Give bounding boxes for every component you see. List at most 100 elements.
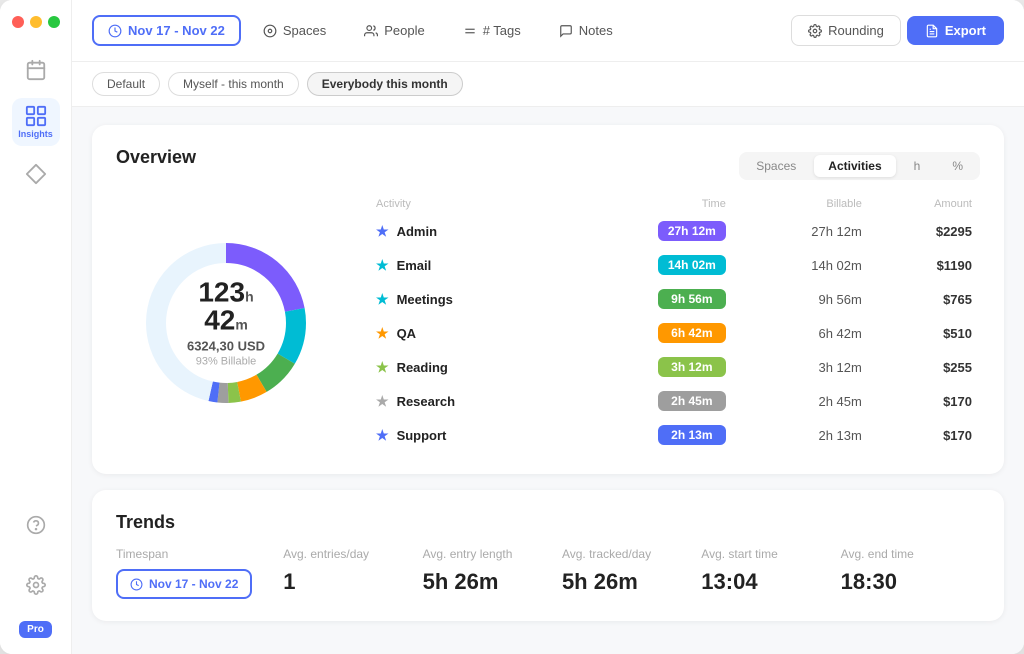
people-tab[interactable]: People (348, 17, 440, 44)
overview-title: Overview (116, 147, 196, 168)
close-dot[interactable] (12, 16, 24, 28)
billable-cell: 2h 13m (734, 418, 870, 452)
activity-name-cell: ★ Email (376, 257, 554, 274)
filter-everybody-label: Everybody this month (322, 77, 448, 91)
sidebar-item-diamond[interactable] (12, 150, 60, 198)
time-badge: 14h 02m (658, 255, 726, 275)
date-range-label: Nov 17 - Nov 22 (128, 23, 225, 38)
percent-view-tab[interactable]: % (938, 155, 977, 177)
minutes-value: 42 (204, 305, 235, 336)
activity-name-text: Reading (397, 360, 448, 375)
overview-card: Overview Spaces Activities h % (92, 125, 1004, 474)
donut-center: 123h 42m 6324,30 USD 93% Billable (179, 279, 274, 368)
amount-cell: $765 (870, 282, 980, 316)
sidebar-item-calendar[interactable] (12, 46, 60, 94)
activities-view-tab[interactable]: Activities (814, 155, 895, 177)
star-icon: ★ (376, 359, 389, 376)
people-tab-label: People (384, 23, 424, 38)
table-row: ★ Reading 3h 12m 3h 12m $255 (368, 350, 980, 384)
trend-tracked: Avg. tracked/day 5h 26m (562, 547, 701, 595)
filter-everybody[interactable]: Everybody this month (307, 72, 463, 96)
spaces-view-label: Spaces (756, 159, 796, 173)
entries-value: 1 (283, 569, 422, 595)
sidebar-item-settings[interactable] (12, 561, 60, 609)
trend-date-label: Nov 17 - Nov 22 (149, 577, 238, 591)
maximize-dot[interactable] (48, 16, 60, 28)
filter-bar: Default Myself - this month Everybody th… (72, 62, 1024, 107)
table-row: ★ Research 2h 45m 2h 45m $170 (368, 384, 980, 418)
billable-cell: 6h 42m (734, 316, 870, 350)
activity-name-text: Support (397, 428, 447, 443)
insights-label: Insights (18, 129, 53, 139)
export-button[interactable]: Export (907, 16, 1004, 45)
filter-myself[interactable]: Myself - this month (168, 72, 299, 96)
tags-icon (463, 24, 477, 38)
billable-cell: 3h 12m (734, 350, 870, 384)
people-icon (364, 24, 378, 38)
export-label: Export (945, 23, 986, 38)
trends-title: Trends (116, 512, 980, 533)
trend-timespan: Timespan Nov 17 - Nov 22 (116, 547, 283, 599)
col-activity: Activity (368, 194, 562, 214)
table-row: ★ QA 6h 42m 6h 42m $510 (368, 316, 980, 350)
hours-value: 123 (198, 277, 245, 308)
filter-default-label: Default (107, 77, 145, 91)
tracked-value: 5h 26m (562, 569, 701, 595)
tags-tab-label: # Tags (483, 23, 521, 38)
trends-row: Timespan Nov 17 - Nov 22 Avg. entries/da… (116, 547, 980, 599)
billable-cell: 14h 02m (734, 248, 870, 282)
spaces-tab[interactable]: Spaces (247, 17, 342, 44)
table-row: ★ Meetings 9h 56m 9h 56m $765 (368, 282, 980, 316)
sidebar-nav: Insights (12, 46, 60, 501)
notes-tab[interactable]: Notes (543, 17, 629, 44)
end-value: 18:30 (841, 569, 980, 595)
trends-card: Trends Timespan Nov 17 - Nov 22 Avg. ent… (92, 490, 1004, 621)
window-controls (0, 0, 71, 38)
activity-name-cell: ★ Admin (376, 223, 554, 240)
col-amount: Amount (870, 194, 980, 214)
star-icon: ★ (376, 325, 389, 342)
notes-icon (559, 24, 573, 38)
content-area: Overview Spaces Activities h % (72, 107, 1024, 654)
filter-myself-label: Myself - this month (183, 77, 284, 91)
amount-cell: $170 (870, 418, 980, 452)
activity-name-cell: ★ Support (376, 427, 554, 444)
sidebar-item-help[interactable] (12, 501, 60, 549)
entry-length-value: 5h 26m (423, 569, 562, 595)
minimize-dot[interactable] (30, 16, 42, 28)
trend-start: Avg. start time 13:04 (701, 547, 840, 595)
activity-name-text: Meetings (397, 292, 453, 307)
rounding-button[interactable]: Rounding (791, 15, 901, 46)
activity-name-text: Admin (397, 224, 437, 239)
rounding-icon (808, 24, 822, 38)
tracked-label: Avg. tracked/day (562, 547, 701, 561)
trend-date-button[interactable]: Nov 17 - Nov 22 (116, 569, 252, 599)
star-icon: ★ (376, 223, 389, 240)
billable-cell: 27h 12m (734, 214, 870, 248)
trend-entries: Avg. entries/day 1 (283, 547, 422, 595)
filter-default[interactable]: Default (92, 72, 160, 96)
donut-usd: 6324,30 USD (179, 339, 274, 354)
trend-clock-icon (130, 578, 143, 591)
sidebar-item-insights[interactable]: Insights (12, 98, 60, 146)
time-badge: 2h 13m (658, 425, 726, 445)
tags-tab[interactable]: # Tags (447, 17, 537, 44)
activities-view-label: Activities (828, 159, 881, 173)
percent-view-label: % (952, 159, 963, 173)
spaces-view-tab[interactable]: Spaces (742, 155, 810, 177)
star-icon: ★ (376, 291, 389, 308)
donut-chart: 123h 42m 6324,30 USD 93% Billable (131, 228, 321, 418)
activity-name-cell: ★ QA (376, 325, 554, 342)
activities-table-section: Activity Time Billable Amount ★ Admin (368, 194, 980, 452)
trend-end: Avg. end time 18:30 (841, 547, 980, 595)
table-row: ★ Email 14h 02m 14h 02m $1190 (368, 248, 980, 282)
export-icon (925, 24, 939, 38)
time-badge: 6h 42m (658, 323, 726, 343)
activity-name-cell: ★ Research (376, 393, 554, 410)
pro-badge[interactable]: Pro (19, 621, 52, 638)
hours-view-tab[interactable]: h (900, 155, 935, 177)
minutes-sub: m (235, 317, 247, 333)
date-range-button[interactable]: Nov 17 - Nov 22 (92, 15, 241, 46)
billable-cell: 2h 45m (734, 384, 870, 418)
time-badge: 27h 12m (658, 221, 726, 241)
